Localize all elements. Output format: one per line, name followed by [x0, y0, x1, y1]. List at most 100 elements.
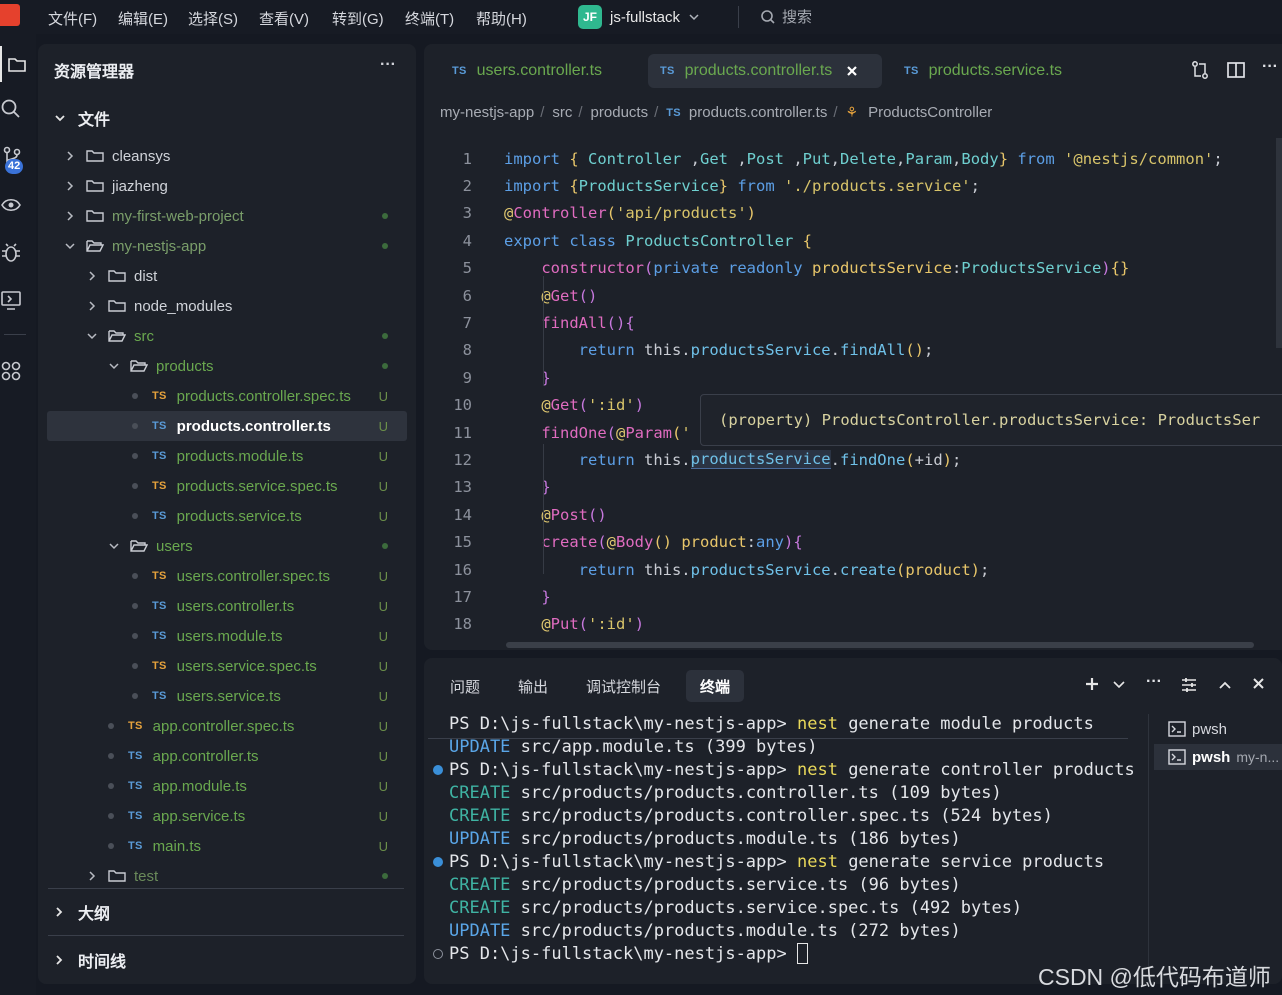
- folder-item[interactable]: my-nestjs-app: [38, 231, 416, 261]
- code-token: Param: [625, 423, 673, 442]
- breadcrumb-item[interactable]: src: [552, 104, 572, 121]
- explorer-activity-button[interactable]: [0, 46, 32, 82]
- typescript-file-icon: TS: [152, 450, 167, 462]
- file-item[interactable]: TS products.controller.ts U: [47, 411, 407, 441]
- breadcrumb-item[interactable]: ProductsController: [868, 104, 992, 121]
- explorer-more-button[interactable]: ···: [380, 56, 396, 74]
- typescript-file-icon: TS: [152, 510, 167, 522]
- terminal-instance[interactable]: pwsh: [1154, 716, 1282, 742]
- split-editor-button[interactable]: [1226, 60, 1246, 85]
- file-item[interactable]: TS users.controller.spec.ts U: [38, 561, 416, 591]
- vertical-scrollbar[interactable]: [1276, 138, 1282, 348]
- file-item[interactable]: TS app.controller.ts U: [38, 741, 416, 771]
- terminal-cursor: [797, 943, 808, 964]
- untracked-badge: U: [378, 778, 388, 794]
- file-item[interactable]: TS app.module.ts U: [38, 771, 416, 801]
- file-item[interactable]: TS products.service.spec.ts U: [38, 471, 416, 501]
- folder-item[interactable]: users: [38, 531, 416, 561]
- compare-changes-button[interactable]: [1190, 60, 1210, 85]
- terminal-line: CREATE src/products/products.service.spe…: [449, 896, 1022, 919]
- panel-tab[interactable]: 终端: [686, 670, 745, 702]
- file-item[interactable]: TS users.controller.ts U: [38, 591, 416, 621]
- code-token: import: [504, 176, 570, 195]
- outline-section-header[interactable]: 大纲: [54, 900, 110, 924]
- menu-item[interactable]: 终端(T): [405, 8, 454, 29]
- file-item[interactable]: TS products.service.ts U: [38, 501, 416, 531]
- folder-item[interactable]: dist: [38, 261, 416, 291]
- editor-tab[interactable]: TS products.service.ts: [892, 54, 1082, 88]
- command-search[interactable]: 搜索: [760, 6, 812, 27]
- line-number: 10: [453, 396, 472, 415]
- file-item[interactable]: TS users.module.ts U: [38, 621, 416, 651]
- editor-tab[interactable]: TS products.controller.ts: [648, 54, 882, 88]
- breadcrumb-item[interactable]: products: [591, 104, 649, 121]
- app-logo-icon: [0, 4, 20, 26]
- code-token: {: [569, 176, 579, 195]
- menu-item[interactable]: 文件(F): [48, 8, 97, 29]
- code-line: 15 create(@ Body() product: any){: [424, 529, 1282, 556]
- panel-tab[interactable]: 问题: [436, 670, 494, 702]
- file-item[interactable]: TS app.service.ts U: [38, 801, 416, 831]
- file-item[interactable]: TS products.module.ts U: [38, 441, 416, 471]
- editor-tab[interactable]: TS users.controller.ts: [440, 54, 630, 88]
- panel-tab[interactable]: 输出: [504, 670, 562, 702]
- tree-row-content: users: [108, 538, 193, 555]
- code-token: import: [504, 149, 570, 168]
- menu-item[interactable]: 选择(S): [188, 8, 238, 29]
- remote-activity-button[interactable]: [0, 289, 22, 316]
- file-item[interactable]: TS users.service.spec.ts U: [38, 651, 416, 681]
- timeline-section-header[interactable]: 时间线: [54, 948, 126, 972]
- code-token: Put: [550, 615, 579, 634]
- chevron-down-icon: [65, 243, 75, 250]
- breadcrumb-item[interactable]: products.controller.ts: [689, 104, 827, 121]
- breadcrumb-item[interactable]: my-nestjs-app: [440, 104, 534, 121]
- editor-more-button[interactable]: ···: [1262, 58, 1278, 76]
- folder-item[interactable]: jiazheng: [38, 171, 416, 201]
- project-switcher[interactable]: JF js-fullstack: [578, 4, 700, 30]
- search-activity-button[interactable]: [0, 98, 24, 122]
- terminal-text: src/products/products.service.spec.ts (4…: [510, 897, 1023, 918]
- source-control-activity-button[interactable]: 42: [2, 146, 30, 176]
- folder-item[interactable]: my-first-web-project: [38, 201, 416, 231]
- maximize-panel-button[interactable]: [1218, 678, 1232, 696]
- terminal-text: PS D:\js-fullstack\my-nestjs-app>: [449, 851, 797, 872]
- close-panel-button[interactable]: [1252, 677, 1265, 695]
- panel-more-button[interactable]: ···: [1146, 673, 1162, 691]
- panel-tab[interactable]: 调试控制台: [572, 670, 675, 702]
- debug-activity-button[interactable]: [0, 242, 22, 269]
- folder-item[interactable]: node_modules: [38, 291, 416, 321]
- line-number: 7: [462, 313, 472, 332]
- folder-item[interactable]: test: [38, 861, 416, 891]
- tree-row-content: TS products.service.ts: [132, 508, 302, 525]
- code-token: './products.service': [784, 176, 971, 195]
- menu-item[interactable]: 编辑(E): [118, 8, 168, 29]
- file-item[interactable]: TS main.ts U: [38, 831, 416, 861]
- menu-item[interactable]: 转到(G): [332, 8, 384, 29]
- terminal-profile-dropdown[interactable]: [1112, 678, 1126, 696]
- menu-item[interactable]: 查看(V): [259, 8, 309, 29]
- horizontal-scrollbar[interactable]: [506, 642, 1254, 648]
- code-token: this.: [643, 450, 691, 469]
- code-line: 16 return this. productsService. create(pr…: [424, 556, 1282, 583]
- folder-item[interactable]: products: [38, 351, 416, 381]
- file-item[interactable]: TS app.controller.spec.ts U: [38, 711, 416, 741]
- code-line: 12 return this. productsService. findOne(+…: [424, 446, 1282, 473]
- code-token: ): [634, 615, 645, 634]
- folder-item[interactable]: cleansys: [38, 141, 416, 171]
- panel-layout-button[interactable]: [1180, 676, 1198, 699]
- file-item[interactable]: TS users.service.ts U: [38, 681, 416, 711]
- new-terminal-button[interactable]: [1084, 676, 1100, 697]
- terminal-list-divider: [1148, 714, 1149, 984]
- code-token: (: [606, 204, 617, 223]
- code-token: ): [942, 450, 952, 469]
- close-icon[interactable]: [846, 65, 858, 77]
- code-token: (: [672, 423, 682, 442]
- extensions-activity-button[interactable]: [0, 360, 22, 387]
- menu-item[interactable]: 帮助(H): [476, 8, 527, 29]
- folder-item[interactable]: src: [38, 321, 416, 351]
- file-item[interactable]: TS products.controller.spec.ts U: [38, 381, 416, 411]
- remote-explorer-activity-button[interactable]: [0, 194, 22, 221]
- files-section-header[interactable]: 文件: [54, 106, 110, 130]
- terminal-instance[interactable]: pwsh my-n...: [1154, 744, 1282, 770]
